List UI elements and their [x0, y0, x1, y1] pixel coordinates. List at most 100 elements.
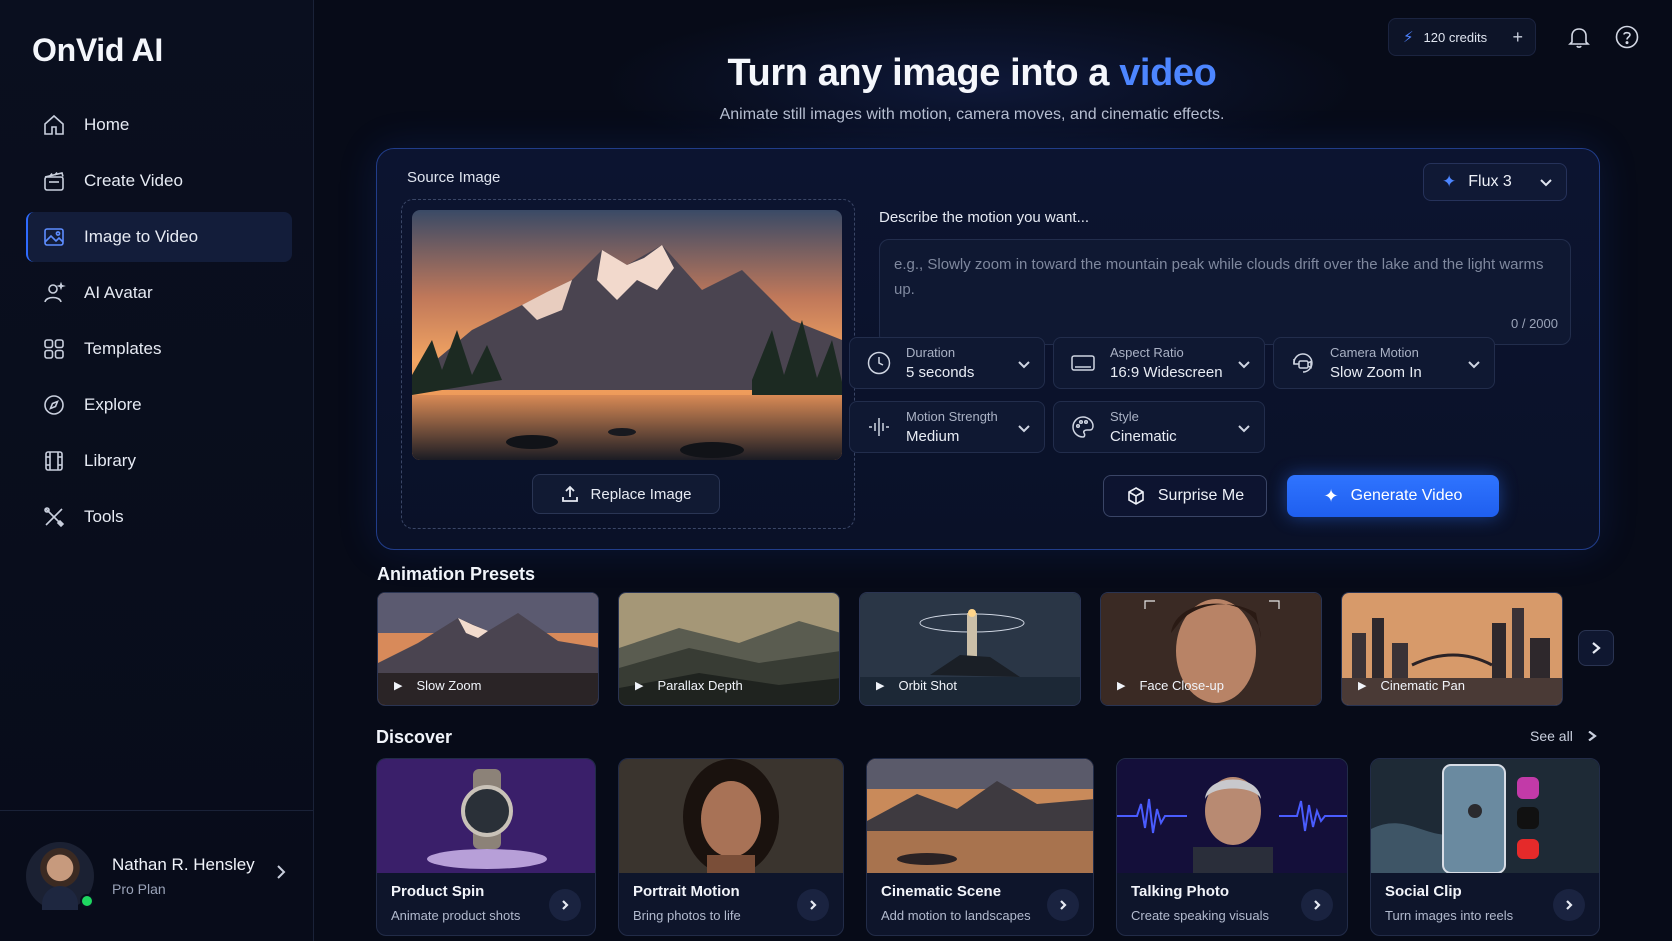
discover-card-talking-photo[interactable]: Talking Photo Create speaking visuals	[1116, 758, 1348, 936]
discover-card-cinematic-scene[interactable]: Cinematic Scene Add motion to landscapes	[866, 758, 1094, 936]
preset-label: ▶ Parallax Depth	[635, 678, 743, 693]
aspect-ratio-label: Aspect Ratio	[1110, 345, 1184, 360]
generate-video-button[interactable]: ✦ Generate Video	[1287, 475, 1499, 517]
image-drop-zone[interactable]: Replace Image	[401, 199, 855, 529]
page-title-accent: video	[1119, 52, 1217, 94]
card-open-button[interactable]	[1301, 889, 1333, 921]
sidebar-item-label: Tools	[84, 507, 124, 526]
discover-card-portrait-motion[interactable]: Portrait Motion Bring photos to life	[618, 758, 844, 936]
card-open-button[interactable]	[1047, 889, 1079, 921]
preset-name: Orbit Shot	[898, 678, 957, 693]
preset-name: Cinematic Pan	[1380, 678, 1466, 693]
credits-label: 120 credits	[1423, 29, 1488, 45]
chevron-down-icon	[1468, 361, 1480, 369]
see-all-link[interactable]: See all	[1530, 728, 1597, 744]
bell-icon[interactable]	[1566, 24, 1592, 50]
prompt-label: Describe the motion you want...	[879, 209, 1090, 226]
preset-parallax-depth[interactable]: ▶ Parallax Depth	[618, 592, 840, 706]
style-value: Cinematic	[1110, 428, 1177, 445]
sidebar-item-label: Home	[84, 115, 130, 134]
style-select[interactable]: Style Cinematic	[1053, 401, 1265, 453]
user-name: Nathan R. Hensley	[112, 855, 255, 874]
card-thumbnail	[1371, 759, 1599, 873]
palette-icon	[1072, 416, 1094, 438]
sidebar-item-image-to-video[interactable]: Image to Video	[26, 212, 292, 262]
preset-label: ▶ Face Close-up	[1117, 678, 1224, 693]
play-icon: ▶	[876, 680, 885, 692]
templates-icon	[44, 339, 64, 359]
model-select[interactable]: ✦ Flux 3	[1423, 163, 1567, 201]
replace-image-label: Replace Image	[590, 485, 692, 503]
surprise-me-label: Surprise Me	[1157, 487, 1245, 504]
presets-next-button[interactable]	[1578, 630, 1614, 666]
preset-cinematic-pan[interactable]: ▶ Cinematic Pan	[1341, 592, 1563, 706]
credits-badge[interactable]: ⚡ 120 credits +	[1388, 18, 1536, 56]
card-open-button[interactable]	[549, 889, 581, 921]
sidebar-item-templates[interactable]: Templates	[26, 324, 292, 374]
sparkle-icon: ✦	[1323, 485, 1339, 506]
play-icon: ▶	[394, 680, 403, 692]
card-title: Product Spin	[391, 883, 485, 900]
lightning-icon: ⚡	[1403, 29, 1414, 46]
source-image-label: Source Image	[407, 169, 501, 186]
app-logo[interactable]: OnVid AI	[32, 32, 163, 69]
page-title-prefix: Turn any image into a	[727, 52, 1120, 94]
surprise-me-button[interactable]: Surprise Me	[1103, 475, 1267, 517]
sidebar-item-explore[interactable]: Explore	[26, 380, 292, 430]
card-open-button[interactable]	[1553, 889, 1585, 921]
image-to-video-panel: Source Image Replace Image ✦ Flux 3 Desc…	[376, 148, 1600, 550]
chevron-right-icon[interactable]	[274, 865, 288, 879]
preset-slow-zoom[interactable]: ▶ Slow Zoom	[377, 592, 599, 706]
motion-strength-label: Motion Strength	[906, 409, 998, 424]
mountain-lake-image	[412, 210, 842, 460]
card-thumbnail	[619, 759, 843, 873]
source-image-preview	[412, 210, 842, 460]
card-subtitle: Animate product shots	[391, 908, 521, 923]
style-label: Style	[1110, 409, 1139, 424]
preset-orbit-shot[interactable]: ▶ Orbit Shot	[859, 592, 1081, 706]
card-thumbnail	[377, 759, 595, 873]
sidebar-nav: Home Create Video Image to Video AI Avat…	[26, 100, 292, 548]
page-subtitle: Animate still images with motion, camera…	[719, 106, 1225, 123]
play-icon: ▶	[1117, 680, 1126, 692]
model-select-value: Flux 3	[1468, 173, 1512, 190]
user-card[interactable]: Nathan R. Hensley Pro Plan	[0, 810, 314, 941]
help-icon[interactable]	[1614, 24, 1640, 50]
sidebar-item-label: Create Video	[84, 171, 183, 190]
motion-strength-select[interactable]: Motion Strength Medium	[849, 401, 1045, 453]
preset-face-close-up[interactable]: ▶ Face Close-up	[1100, 592, 1322, 706]
motion-prompt-input[interactable]: e.g., Slowly zoom in toward the mountain…	[879, 239, 1571, 345]
motion-strength-text: Motion Strength Medium	[906, 409, 998, 445]
card-subtitle: Add motion to landscapes	[881, 908, 1031, 923]
avatar[interactable]	[26, 842, 94, 910]
duration-select[interactable]: Duration 5 seconds	[849, 337, 1045, 389]
clapperboard-icon	[44, 172, 64, 191]
card-title: Cinematic Scene	[881, 883, 1002, 900]
motion-prompt-placeholder: e.g., Slowly zoom in toward the mountain…	[894, 256, 1544, 298]
aspect-ratio-select[interactable]: Aspect Ratio 16:9 Widescreen	[1053, 337, 1265, 389]
upload-icon	[561, 485, 578, 502]
chevron-down-icon	[1018, 425, 1030, 433]
preset-name: Slow Zoom	[416, 678, 482, 693]
discover-title: Discover	[376, 727, 453, 747]
chevron-right-icon	[1060, 900, 1067, 910]
chevron-right-icon	[810, 900, 817, 910]
sidebar-item-ai-avatar[interactable]: AI Avatar	[26, 268, 292, 318]
replace-image-button[interactable]: Replace Image	[532, 474, 720, 514]
discover-card-social-clip[interactable]: Social Clip Turn images into reels	[1370, 758, 1600, 936]
chevron-right-icon	[1588, 731, 1597, 741]
discover-card-product-spin[interactable]: Product Spin Animate product shots	[376, 758, 596, 936]
preset-name: Face Close-up	[1139, 678, 1225, 693]
film-icon	[45, 451, 63, 471]
sidebar-item-tools[interactable]: Tools	[26, 492, 292, 542]
sidebar-item-library[interactable]: Library	[26, 436, 292, 486]
sidebar-item-home[interactable]: Home	[26, 100, 292, 150]
add-credits-icon[interactable]: +	[1512, 27, 1523, 48]
sidebar-item-create-video[interactable]: Create Video	[26, 156, 292, 206]
camera-motion-select[interactable]: Camera Motion Slow Zoom In	[1273, 337, 1495, 389]
card-thumbnail	[867, 759, 1093, 873]
style-text: Style Cinematic	[1110, 409, 1177, 445]
duration-value: 5 seconds	[906, 364, 975, 381]
duration-label: Duration	[906, 345, 956, 360]
card-open-button[interactable]	[797, 889, 829, 921]
